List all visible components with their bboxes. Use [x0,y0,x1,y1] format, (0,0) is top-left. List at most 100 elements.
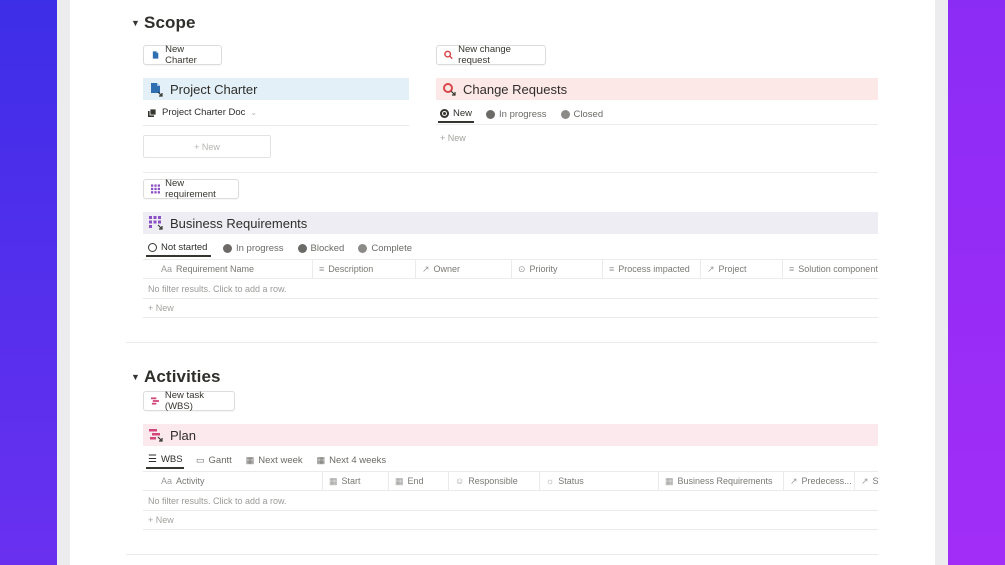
business-requirements-title[interactable]: Business Requirements [170,216,307,231]
window-gutter-right [935,0,948,565]
window-gutter-left [57,0,70,565]
plan-title[interactable]: Plan [170,428,196,443]
tab-in-progress[interactable]: In progress [484,105,549,123]
column-project[interactable]: ↗ Project [701,260,783,278]
tab-wbs-label: WBS [160,453,183,465]
gantt-icon [151,397,160,405]
requirements-grid-icon [149,215,163,230]
column-business-requirements[interactable]: ▦ Business Requirements [659,472,784,490]
column-description[interactable]: ≡ Description [313,260,416,278]
scope-toggle-icon[interactable]: ▼ [131,18,140,28]
lines-icon: ≡ [789,264,795,274]
tab-new[interactable]: New [438,105,475,123]
tab-gantt-label: Gantt [208,454,232,466]
tab-gantt[interactable]: ▭ Gantt [194,451,234,469]
calendar-icon: ▦ [245,454,255,465]
business-requirements-banner: Business Requirements [143,212,878,234]
divider [143,317,878,318]
new-charter-button[interactable]: New Charter [143,44,222,66]
grid-icon [151,184,161,194]
status-new-icon [440,108,449,118]
tab-in-progress[interactable]: In progress [221,239,286,257]
column-solution-component[interactable]: ≡ Solution component [783,260,878,278]
plan-empty-message[interactable]: No filter results. Click to add a row. [148,496,287,506]
project-charter-title[interactable]: Project Charter [170,82,257,97]
column-start[interactable]: ▦ Start [323,472,389,490]
requirements-new-button[interactable]: + New [148,303,174,313]
tab-next-4-weeks[interactable]: ▦ Next 4 weeks [315,451,389,469]
blocked-icon [297,243,307,253]
new-task-label: New task (WBS) [164,390,204,412]
status-sun-icon: ☼ [546,476,555,486]
column-label: Status [558,476,584,486]
column-label: Process impacted [618,264,690,274]
activities-heading: Activities [144,367,221,386]
charter-new-label: + New [194,141,220,152]
charter-doc-label: Project Charter Doc [162,107,246,118]
change-new-button[interactable]: + New [440,133,466,143]
status-in-progress-icon [223,243,232,253]
tab-blocked[interactable]: Blocked [296,239,347,257]
requirements-empty-message[interactable]: No filter results. Click to add a row. [148,284,287,294]
calendar-icon: ▦ [329,475,338,486]
column-owner[interactable]: ↗ Owner [416,260,512,278]
column-activity[interactable]: Aa Activity [143,472,323,490]
tab-closed[interactable]: Closed [559,105,606,123]
tab-blocked-label: Blocked [310,242,345,254]
tab-not-started[interactable]: Not started [146,239,211,257]
relation-arrow-icon: ↗ [790,475,798,486]
column-responsible[interactable]: ☺ Responsible [449,472,540,490]
new-change-request-button[interactable]: New change request [436,44,546,66]
change-requests-tabs: New In progress Closed [438,105,605,123]
charter-doc-view[interactable]: Project Charter Doc ⌄ [147,107,257,118]
calendar-icon: ▦ [316,454,326,465]
status-circle-icon: ⊙ [518,263,526,274]
plan-new-button[interactable]: + New [148,515,174,525]
column-label: Description [328,264,374,274]
plan-table-header: Aa Activity ▦ Start ▦ End ☺ Responsible ☼ Sta… [143,471,878,491]
tab-complete[interactable]: Complete [356,239,414,257]
tab-complete-label: Complete [371,242,413,254]
column-priority[interactable]: ⊙ Priority [512,260,603,278]
tab-not-started-label: Not started [161,241,208,253]
new-requirement-button[interactable]: New requirement [143,178,239,200]
check-circle-icon [358,243,368,253]
divider [143,298,878,299]
section-divider [126,342,878,343]
column-label: Activity [176,476,205,486]
column-label: Predecess... [801,476,852,486]
column-label: Business Requirements [677,476,773,486]
change-requests-title[interactable]: Change Requests [463,82,567,97]
change-request-icon [444,50,453,60]
relation-arrow-icon: ↗ [861,475,869,486]
doc-stack-icon [148,108,157,117]
column-label: Requirement Name [176,264,255,274]
chevron-down-icon[interactable]: ⌄ [250,108,257,117]
plan-gantt-icon [149,428,163,442]
gantt-view-icon: ▭ [196,454,205,465]
divider [143,510,878,511]
divider [143,125,409,126]
column-requirement-name[interactable]: Aa Requirement Name [143,260,313,278]
tab-closed-label: Closed [573,108,604,120]
column-predecessors[interactable]: ↗ Predecess... [784,472,855,490]
tab-wbs[interactable]: ☰ WBS [146,451,184,469]
charter-new-card[interactable]: + New [143,135,271,158]
column-process-impacted[interactable]: ≡ Process impacted [603,260,701,278]
column-successors[interactable]: ↗Su [855,472,878,490]
scope-heading: Scope [144,13,196,32]
tab-next-week[interactable]: ▦ Next week [244,451,305,469]
column-status[interactable]: ☼ Status [540,472,659,490]
activities-toggle-icon[interactable]: ▼ [131,372,140,382]
column-label: End [407,476,424,486]
column-label: Priority [529,264,558,274]
new-task-button[interactable]: New task (WBS) [143,390,235,412]
new-requirement-label: New requirement [165,178,216,200]
tab-new-label: New [453,107,473,119]
grid-icon: ▦ [665,475,674,486]
empty-circle-icon [148,242,157,252]
document-icon [152,51,159,59]
column-end[interactable]: ▦ End [389,472,449,490]
background-left [0,0,57,565]
calendar-icon: ▦ [395,475,404,486]
